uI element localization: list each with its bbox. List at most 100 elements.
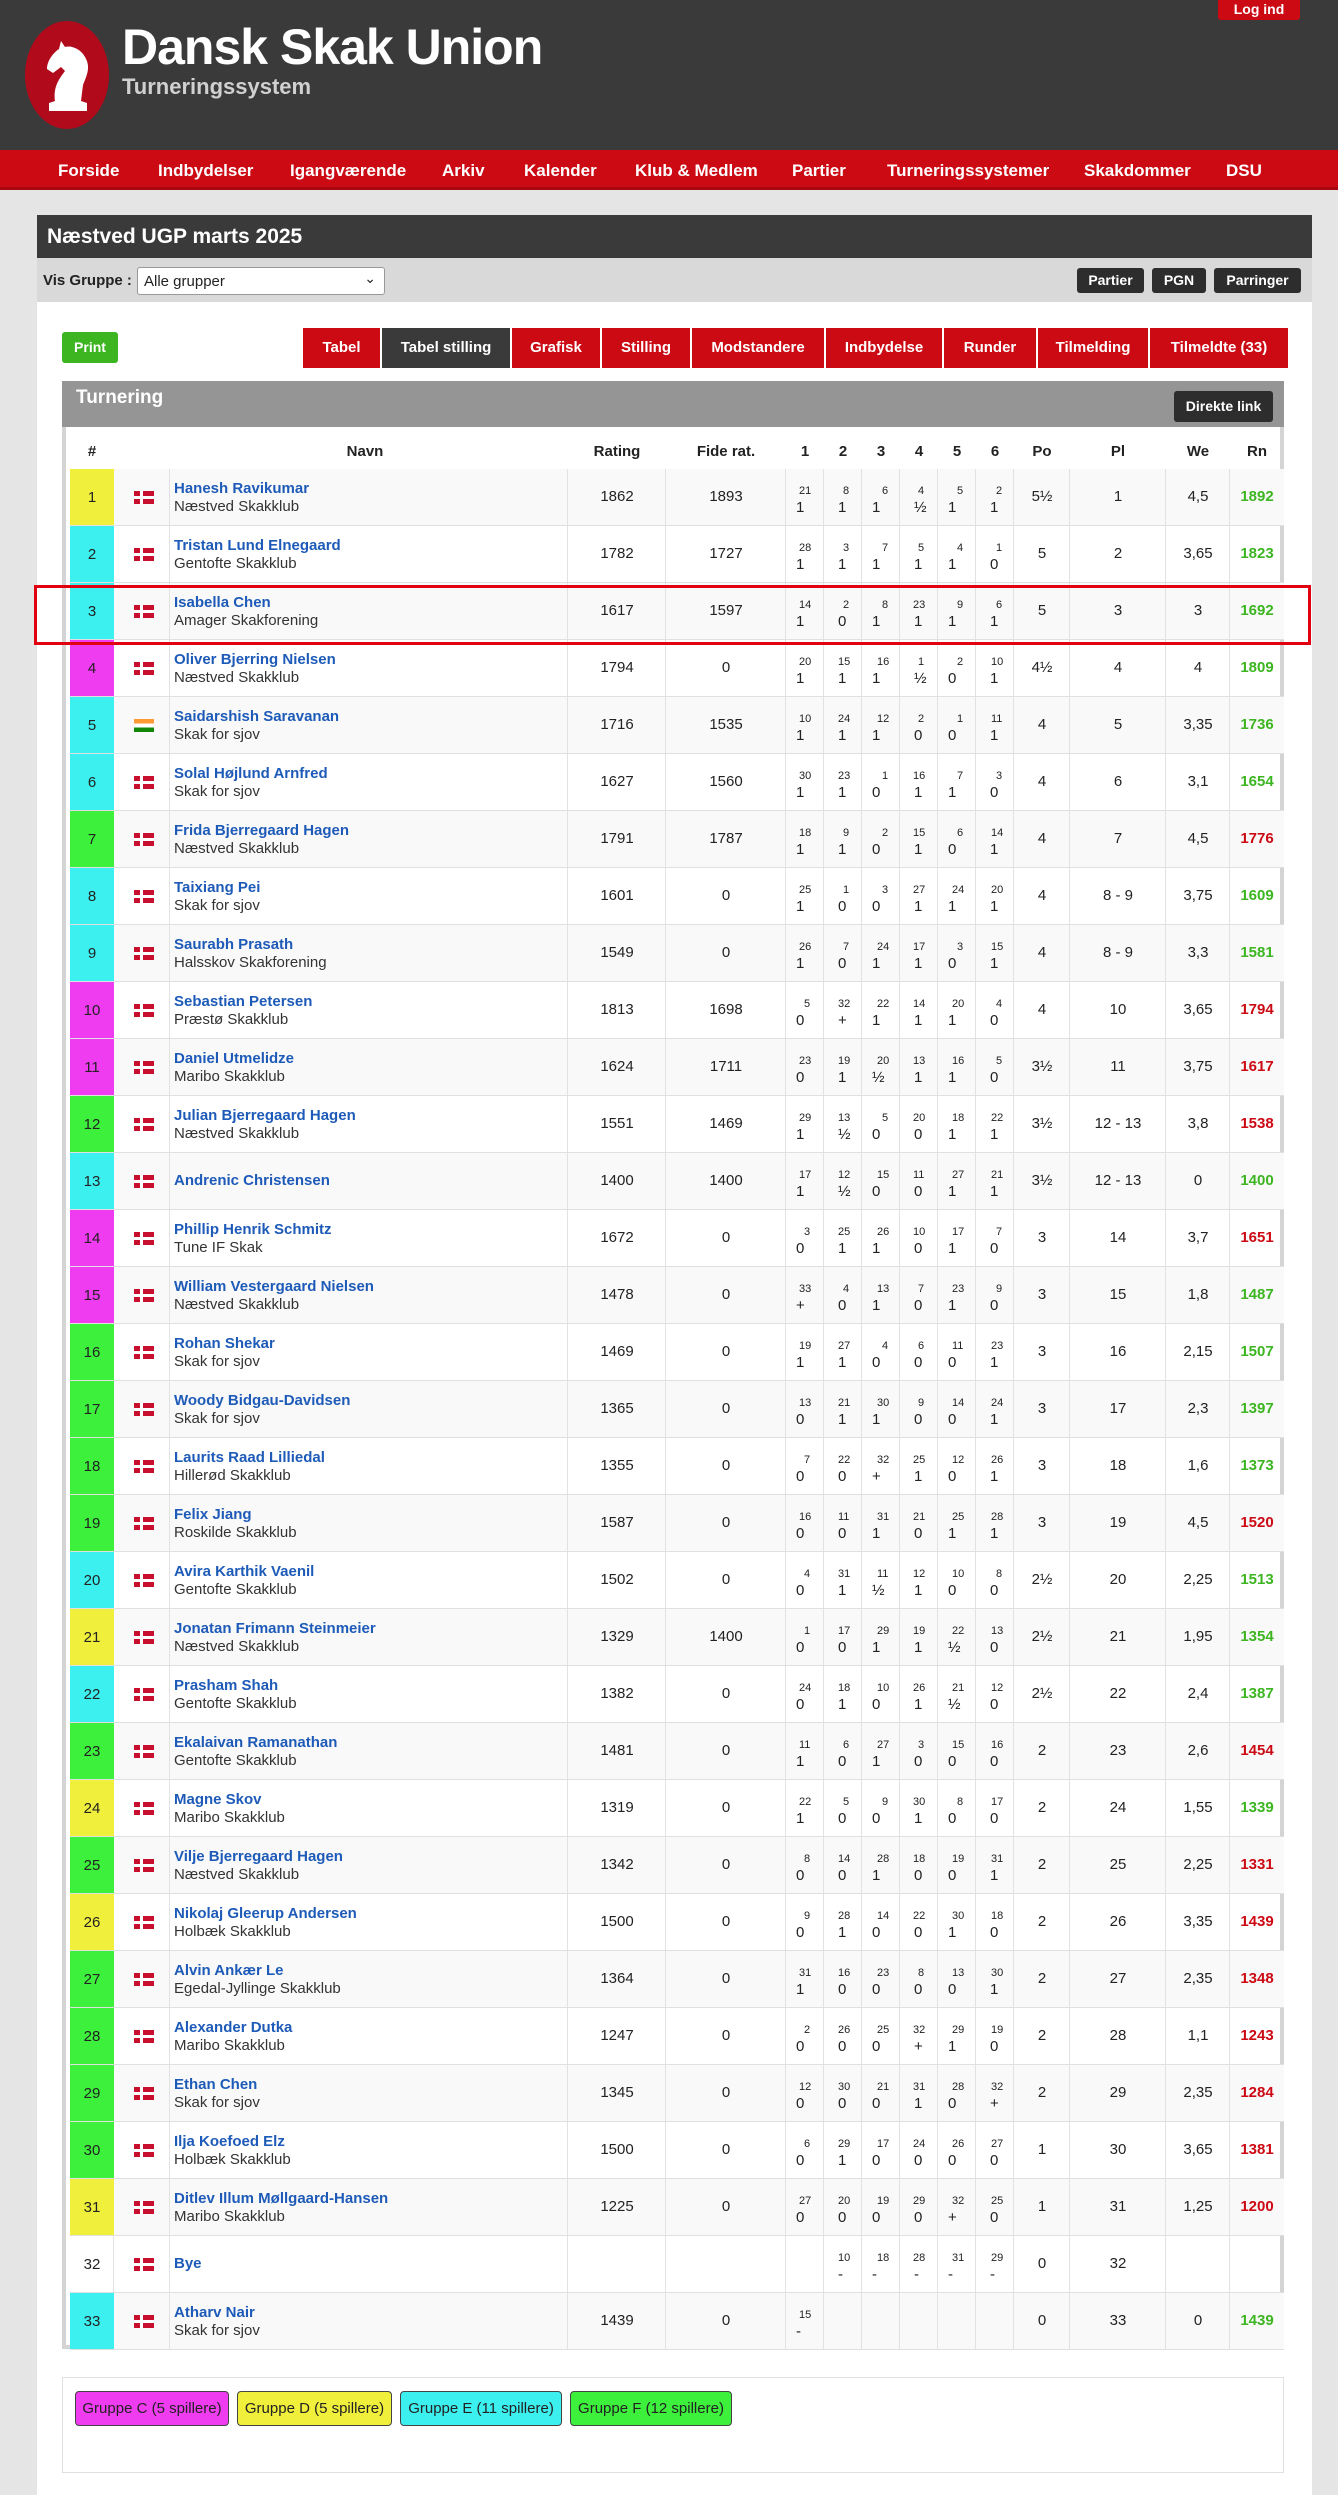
player-club: Næstved Skakklub bbox=[174, 669, 300, 686]
nav-item-forside[interactable]: Forside bbox=[58, 161, 119, 181]
nav-item-turneringssystemer[interactable]: Turneringssystemer bbox=[887, 161, 1049, 181]
nav-item-klub-medlem[interactable]: Klub & Medlem bbox=[635, 161, 758, 181]
player-name-link[interactable]: Julian Bjerregaard Hagen bbox=[174, 1107, 356, 1124]
tab-grafisk[interactable]: Grafisk bbox=[512, 328, 600, 368]
player-name-link[interactable]: Tristan Lund Elnegaard bbox=[174, 537, 341, 554]
nav-item-partier[interactable]: Partier bbox=[792, 161, 846, 181]
header-rn: Rn bbox=[1247, 443, 1267, 460]
player-name-link[interactable]: Prasham Shah bbox=[174, 1677, 278, 1694]
round-opponent: 4 bbox=[957, 542, 964, 554]
player-name-link[interactable]: Woody Bidgau-Davidsen bbox=[174, 1392, 350, 1409]
player-name-link[interactable]: Ilja Koefoed Elz bbox=[174, 2133, 285, 2150]
player-name-link[interactable]: Sebastian Petersen bbox=[174, 993, 312, 1010]
player-club: Gentofte Skakklub bbox=[174, 555, 297, 572]
player-name-link[interactable]: Alvin Ankær Le bbox=[174, 1962, 283, 1979]
round-result: 27 1 bbox=[900, 868, 938, 924]
round-result: 30 bbox=[900, 1723, 938, 1779]
player-name-link[interactable]: William Vestergaard Nielsen bbox=[174, 1278, 374, 1295]
tab-modstandere[interactable]: Modstandere bbox=[692, 328, 824, 368]
tab-stilling[interactable]: Stilling bbox=[602, 328, 690, 368]
player-name-link[interactable]: Atharv Nair bbox=[174, 2304, 255, 2321]
knight-logo-icon[interactable] bbox=[25, 21, 109, 129]
round-score: 0 bbox=[914, 2209, 923, 2226]
player-name-link[interactable]: Alexander Dutka bbox=[174, 2019, 292, 2036]
column-divider bbox=[169, 1210, 170, 1266]
player-points: 2½ bbox=[1031, 1628, 1053, 1645]
nav-item-dsu[interactable]: DSU bbox=[1226, 161, 1262, 181]
player-name-link[interactable]: Ethan Chen bbox=[174, 2076, 257, 2093]
player-name-link[interactable]: Jonatan Frimann Steinmeier bbox=[174, 1620, 376, 1637]
player-name-link[interactable]: Ditlev Illum Møllgaard-Hansen bbox=[174, 2190, 388, 2207]
parringer-button[interactable]: Parringer bbox=[1214, 268, 1301, 293]
partier-button[interactable]: Partier bbox=[1077, 268, 1144, 293]
player-name-link[interactable]: Hanesh Ravikumar bbox=[174, 480, 309, 497]
player-name-link[interactable]: Saurabh Prasath bbox=[174, 936, 293, 953]
tab-tabel[interactable]: Tabel bbox=[303, 328, 380, 368]
nav-item-arkiv[interactable]: Arkiv bbox=[442, 161, 485, 181]
round-opponent: 12 bbox=[799, 2081, 812, 2093]
player-name-link[interactable]: Taixiang Pei bbox=[174, 879, 260, 896]
player-name-link[interactable]: Laurits Raad Lilliedal bbox=[174, 1449, 325, 1466]
round-opponent: 25 bbox=[952, 1511, 965, 1523]
round-opponent: 21 bbox=[877, 2081, 890, 2093]
legend-group-c: Gruppe C (5 spillere) bbox=[75, 2391, 229, 2426]
player-we: 2,35 bbox=[1183, 1970, 1213, 1987]
round-score: 1 bbox=[872, 1411, 881, 1428]
player-name-link[interactable]: Andrenic Christensen bbox=[174, 1172, 330, 1189]
player-number: 10 bbox=[70, 982, 114, 1038]
round-score: 1 bbox=[796, 1981, 805, 1998]
round-result: 50 bbox=[786, 982, 824, 1038]
print-button[interactable]: Print bbox=[62, 332, 118, 363]
player-rating: 1500 bbox=[600, 2141, 634, 2158]
login-button[interactable]: Log ind bbox=[1218, 0, 1300, 20]
tab-tilmelding[interactable]: Tilmelding bbox=[1038, 328, 1148, 368]
pgn-button[interactable]: PGN bbox=[1152, 268, 1206, 293]
player-name-link[interactable]: Saidarshish Saravanan bbox=[174, 708, 339, 725]
round-score: 0 bbox=[948, 1867, 957, 1884]
site-title[interactable]: Dansk Skak Union bbox=[122, 18, 543, 76]
nav-item-skakdommer[interactable]: Skakdommer bbox=[1084, 161, 1191, 181]
player-name-link[interactable]: Frida Bjerregaard Hagen bbox=[174, 822, 349, 839]
round-opponent: 8 bbox=[918, 1967, 925, 1979]
player-name-link[interactable]: Vilje Bjerregaard Hagen bbox=[174, 1848, 343, 1865]
player-name-link[interactable]: Solal Højlund Arnfred bbox=[174, 765, 328, 782]
player-we: 3,75 bbox=[1183, 1058, 1213, 1075]
table-row: 16 Rohan Shekar Skak for sjov 1469 0 19 1 27 1 4 0… bbox=[70, 1324, 1284, 1381]
player-name-link[interactable]: Daniel Utmelidze bbox=[174, 1050, 294, 1067]
tab-runder[interactable]: Runder bbox=[944, 328, 1036, 368]
column-divider bbox=[169, 1780, 170, 1836]
player-name-link[interactable]: Rohan Shekar bbox=[174, 1335, 275, 1352]
round-opponent: 19 bbox=[799, 1340, 812, 1352]
round-result: 20 1 bbox=[938, 982, 976, 1038]
tab-tabel-stilling[interactable]: Tabel stilling bbox=[382, 328, 510, 368]
player-name-link[interactable]: Felix Jiang bbox=[174, 1506, 252, 1523]
player-name-link[interactable]: Ekalaivan Ramanathan bbox=[174, 1734, 337, 1751]
round-opponent: 5 bbox=[957, 485, 964, 497]
nav-item-indbydelser[interactable]: Indbydelser bbox=[158, 161, 253, 181]
player-placement: 5 bbox=[1113, 716, 1123, 733]
player-name-link[interactable]: Phillip Henrik Schmitz bbox=[174, 1221, 332, 1238]
round-opponent: 13 bbox=[877, 1283, 890, 1295]
player-points: 4 bbox=[1037, 887, 1047, 904]
round-result: 27 0 bbox=[786, 2179, 824, 2235]
round-result: 24 1 bbox=[862, 925, 900, 981]
round-opponent: 27 bbox=[838, 1340, 851, 1352]
round-result: 22 1 bbox=[862, 982, 900, 1038]
tab-indbydelse[interactable]: Indbydelse bbox=[826, 328, 942, 368]
round-score: 1 bbox=[838, 670, 847, 687]
round-score: 0 bbox=[838, 1297, 847, 1314]
player-name-link[interactable]: Bye bbox=[174, 2255, 202, 2272]
group-select[interactable]: Alle grupper ⌄ bbox=[137, 267, 385, 295]
player-name-link[interactable]: Magne Skov bbox=[174, 1791, 262, 1808]
nav-item-kalender[interactable]: Kalender bbox=[524, 161, 597, 181]
player-name-link[interactable]: Oliver Bjerring Nielsen bbox=[174, 651, 336, 668]
nav-item-igangvaerende[interactable]: Igangværende bbox=[290, 161, 406, 181]
player-name-link[interactable]: Avira Karthik Vaenil bbox=[174, 1563, 314, 1580]
direct-link-button[interactable]: Direkte link bbox=[1174, 391, 1273, 422]
round-result: 10 1 bbox=[976, 640, 1014, 696]
player-fide-rating: 0 bbox=[721, 1571, 731, 1588]
tab-tilmeldte[interactable]: Tilmeldte (33) bbox=[1150, 328, 1288, 368]
player-name-link[interactable]: Nikolaj Gleerup Andersen bbox=[174, 1905, 357, 1922]
round-opponent: 9 bbox=[918, 1397, 925, 1409]
round-opponent: 31 bbox=[913, 2081, 926, 2093]
